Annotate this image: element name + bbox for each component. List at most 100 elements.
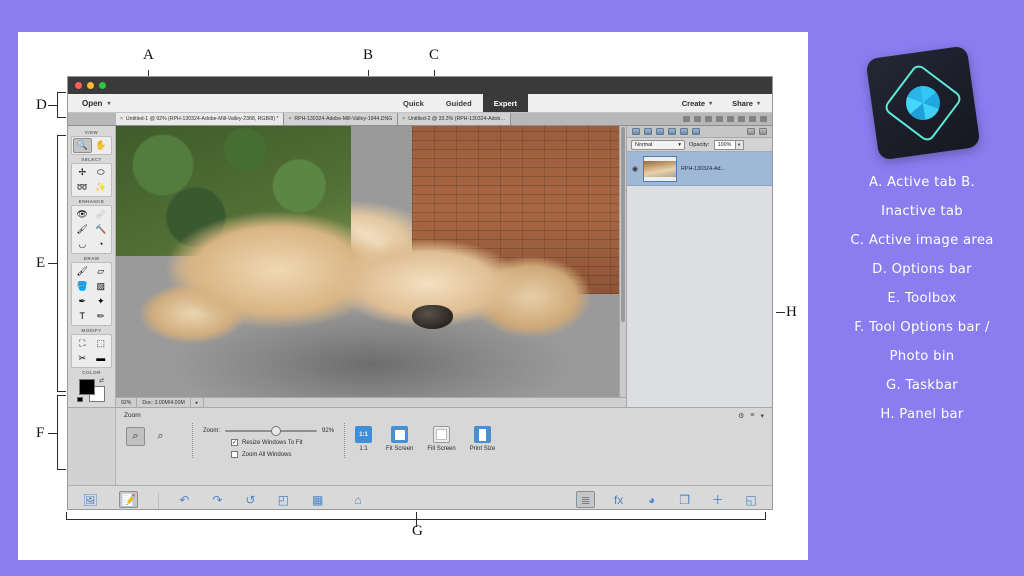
delete-layer-icon[interactable] (749, 116, 756, 122)
link-layers-icon[interactable] (692, 128, 700, 135)
clone-stamp-tool-icon[interactable]: 🔨 (92, 222, 111, 237)
scrollbar-thumb[interactable] (621, 127, 625, 322)
layer-visibility-icon[interactable]: ◉ (631, 165, 639, 173)
close-icon[interactable]: × (402, 116, 405, 122)
lock-layer-icon[interactable] (680, 128, 688, 135)
duplicate-layer-icon[interactable] (644, 128, 652, 135)
layer-mask-icon[interactable] (716, 116, 723, 122)
quick-selection-tool-icon[interactable]: ✨ (92, 180, 111, 195)
one-to-one-button[interactable]: 1:1 1:1 (355, 426, 372, 452)
zoom-slider-knob[interactable] (271, 426, 281, 436)
new-layer-icon[interactable] (683, 116, 690, 122)
opacity-stepper[interactable]: ▾ (736, 140, 744, 150)
blend-mode-select[interactable]: Normal ▾ (631, 140, 685, 150)
foreground-color-swatch[interactable] (79, 379, 95, 395)
toolbox-section-draw: 🖌 ▱ 🪣 ▨ ✒ ✦ T ✏ (71, 262, 112, 326)
fill-screen-button[interactable]: Fill Screen (427, 426, 455, 452)
color-picker-tool-icon[interactable]: ✒ (73, 294, 92, 309)
type-tool-icon[interactable]: T (73, 309, 92, 324)
mode-tab-guided[interactable]: Guided (435, 94, 483, 112)
close-icon[interactable]: × (288, 116, 291, 122)
taskbar-tool-options-button[interactable]: 📝 Tool Options (113, 491, 144, 510)
move-tool-icon[interactable]: ✢ (73, 165, 92, 180)
status-zoom-value[interactable]: 92% (116, 398, 137, 407)
blur-tool-icon[interactable]: ◡ (73, 237, 92, 252)
taskbar-undo-button[interactable]: ↶ Undo (173, 491, 195, 510)
delete-layer-icon[interactable] (747, 128, 755, 135)
open-menu-button[interactable]: Open ▾ (68, 99, 110, 108)
new-layer-icon[interactable] (632, 128, 640, 135)
taskbar-redo-button[interactable]: ↷ Redo (206, 491, 228, 510)
zoom-slider[interactable] (225, 430, 317, 432)
taskbar-rotate-button[interactable]: ↺ Rotate (239, 491, 261, 510)
duplicate-layer-icon[interactable] (694, 116, 701, 122)
close-icon[interactable]: × (120, 116, 123, 122)
panel-menu-icon[interactable] (760, 116, 767, 122)
smart-brush-tool-icon[interactable]: 🖌 (73, 222, 92, 237)
taskbar-filters-button[interactable]: ◕ Filters (641, 491, 663, 510)
layer-mask-icon[interactable] (668, 128, 676, 135)
adjustment-layer-icon[interactable] (705, 116, 712, 122)
collapse-icon[interactable]: ▾ (760, 412, 764, 420)
taskbar-styles-button[interactable]: ❐ Styles (674, 491, 696, 510)
zoom-all-windows-row[interactable]: Zoom All Windows (203, 451, 334, 458)
adjustment-layer-icon[interactable] (656, 128, 664, 135)
link-layers-icon[interactable] (738, 116, 745, 122)
recompose-tool-icon[interactable]: ⬚ (92, 336, 111, 351)
zoom-all-windows-checkbox[interactable] (231, 451, 238, 458)
taskbar-layout-button[interactable]: ◰ Layout (272, 491, 294, 510)
zoom-out-button[interactable]: ⌕ (151, 427, 170, 446)
crop-tool-icon[interactable]: ⛶ (73, 336, 92, 351)
taskbar-more-button[interactable]: ◱ More (740, 491, 762, 510)
close-window-button[interactable] (75, 82, 82, 89)
taskbar-photo-bin-button[interactable]: 🖼 Photo Bin (78, 491, 102, 510)
swap-colors-icon[interactable]: ⇄ (99, 377, 104, 384)
red-eye-tool-icon[interactable]: 👁 (73, 207, 92, 222)
panel-menu-icon[interactable] (759, 128, 767, 135)
lasso-tool-icon[interactable]: ➿ (73, 180, 92, 195)
taskbar-layers-button[interactable]: ≣ Layers (575, 491, 597, 510)
taskbar-organizer-button[interactable]: ▦ Organizer (305, 491, 330, 510)
resize-windows-to-fit-row[interactable]: ✓ Resize Windows To Fit (203, 439, 334, 446)
taskbar-graphics-button[interactable]: ＋ Graphics (707, 491, 729, 510)
minimize-window-button[interactable] (87, 82, 94, 89)
status-menu-arrow[interactable]: ▸ (191, 398, 205, 407)
share-menu-button[interactable]: Share ▾ (732, 99, 760, 108)
custom-shape-tool-icon[interactable]: ✦ (92, 294, 111, 309)
zoom-in-button[interactable]: ⌕ (126, 427, 145, 446)
brush-tool-icon[interactable]: 🖌 (73, 264, 92, 279)
straighten-tool-icon[interactable]: ▬ (92, 351, 111, 366)
content-aware-move-tool-icon[interactable]: ✂ (73, 351, 92, 366)
lock-layer-icon[interactable] (727, 116, 734, 122)
resize-windows-to-fit-checkbox[interactable]: ✓ (231, 439, 238, 446)
fit-screen-button[interactable]: Fit Screen (386, 426, 413, 452)
toolbox-section-view: 🔍 ✋ (71, 136, 112, 155)
opacity-input[interactable]: 100% (714, 140, 736, 150)
default-colors-icon[interactable] (77, 397, 83, 402)
document-tab-inactive-2[interactable]: × Untitled-2 @ 33.3% (RPH-130324-Adob… (398, 113, 511, 125)
paint-bucket-tool-icon[interactable]: 🪣 (73, 279, 92, 294)
pencil-tool-icon[interactable]: ✏ (92, 309, 111, 324)
zoom-tool-icon[interactable]: 🔍 (73, 138, 92, 153)
mode-tab-expert[interactable]: Expert (483, 94, 528, 112)
photo-bin-icon: 🖼 (81, 491, 100, 508)
sponge-tool-icon[interactable]: ◔ (92, 237, 111, 252)
taskbar-home-screen-button[interactable]: ⌂ Home Screen (341, 491, 375, 510)
canvas-vertical-scrollbar[interactable] (619, 126, 626, 397)
create-menu-button[interactable]: Create ▾ (682, 99, 712, 108)
panel-menu-icon[interactable]: ≡ (750, 412, 754, 420)
maximize-window-button[interactable] (99, 82, 106, 89)
layer-row[interactable]: ◉ RPH-130324-Ad... (627, 152, 772, 186)
spot-healing-tool-icon[interactable]: 🩹 (92, 207, 111, 222)
document-tab-inactive-1[interactable]: × RPH-130324-Adobe-Mill-Valley-1944.DNG (284, 113, 398, 125)
taskbar-effects-button[interactable]: fx Effects (608, 491, 630, 510)
document-tab-active[interactable]: × Untitled-1 @ 92% (RPH-130324-Adobe-Mil… (116, 113, 284, 125)
marquee-tool-icon[interactable]: ⬭ (92, 165, 111, 180)
gradient-tool-icon[interactable]: ▨ (92, 279, 111, 294)
mode-tab-quick[interactable]: Quick (392, 94, 435, 112)
gear-icon[interactable]: ⚙ (738, 412, 744, 420)
eraser-tool-icon[interactable]: ▱ (92, 264, 111, 279)
hand-tool-icon[interactable]: ✋ (92, 138, 111, 153)
image-canvas[interactable] (116, 126, 626, 397)
print-size-button[interactable]: Print Size (470, 426, 496, 452)
